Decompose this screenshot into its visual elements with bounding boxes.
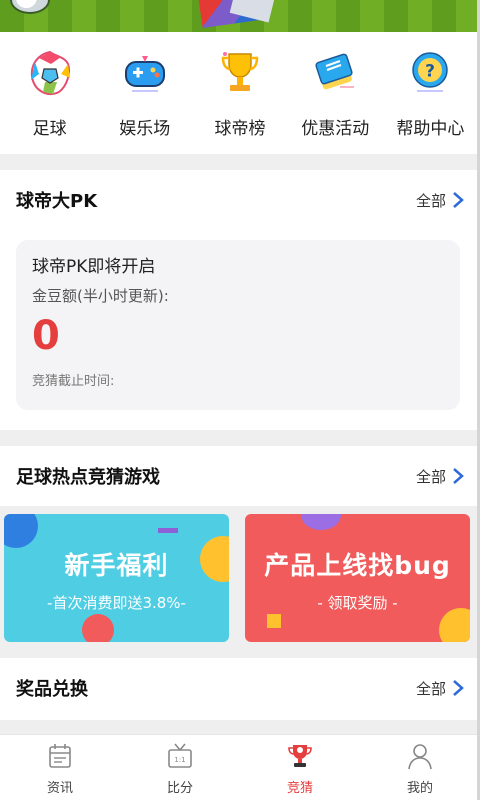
- chevron-right-icon: [453, 468, 464, 484]
- category-nav: 足球 娱乐场 球帝榜 优惠活动 ? 帮助中心: [0, 32, 480, 154]
- decor-square: [267, 614, 281, 628]
- gamepad-icon: [118, 46, 172, 100]
- trophy-cup-icon: [288, 745, 312, 767]
- hot-games-section: 足球热点竞猜游戏 全部: [0, 446, 480, 506]
- chevron-right-icon: [453, 680, 464, 696]
- user-icon: [408, 744, 432, 770]
- hot-games-header: 足球热点竞猜游戏 全部: [0, 446, 480, 506]
- pk-view-all-link[interactable]: 全部: [416, 190, 464, 211]
- nav-label-help: 帮助中心: [396, 119, 465, 139]
- decor-bar: [158, 528, 178, 533]
- promo-title: 产品上线找bug: [264, 551, 451, 580]
- nav-label-promotions: 优惠活动: [301, 119, 370, 139]
- tab-profile[interactable]: 我的: [360, 735, 480, 800]
- view-all-label: 全部: [415, 467, 446, 486]
- prize-view-all-link[interactable]: 全部: [416, 678, 464, 699]
- nav-item-promotions[interactable]: 优惠活动: [288, 32, 383, 154]
- view-all-label: 全部: [415, 191, 446, 210]
- view-all-label: 全部: [415, 679, 446, 698]
- tab-label: 竞猜: [286, 781, 313, 796]
- trophy-icon: [213, 46, 267, 100]
- nav-label-casino: 娱乐场: [119, 119, 171, 139]
- prize-section-title: 奖品兑换: [16, 679, 88, 700]
- tab-guess[interactable]: 竞猜: [240, 735, 360, 800]
- promo-card-bug-bounty[interactable]: 产品上线找bug - 领取奖励 -: [245, 514, 470, 642]
- pk-bean-amount: 0: [32, 313, 60, 359]
- hot-games-title: 足球热点竞猜游戏: [16, 467, 160, 488]
- pk-bean-label: 金豆额(半小时更新):: [32, 287, 169, 305]
- decor-circle: [301, 514, 341, 530]
- svg-text:1:1: 1:1: [174, 756, 185, 764]
- prize-section: 奖品兑换 全部: [0, 658, 480, 720]
- top-banner[interactable]: [0, 0, 480, 32]
- pk-card[interactable]: 球帝PK即将开启 金豆额(半小时更新): 0 竞猜截止时间:: [16, 240, 460, 410]
- tv-icon: 1:1: [168, 743, 192, 768]
- svg-text:?: ?: [425, 62, 435, 82]
- football-icon: [23, 46, 77, 100]
- decor-circle: [4, 514, 38, 548]
- tab-label: 资讯: [46, 781, 73, 796]
- pk-section: 球帝大PK 全部 球帝PK即将开启 金豆额(半小时更新): 0 竞猜截止时间:: [0, 170, 480, 430]
- chevron-right-icon: [453, 192, 464, 208]
- tab-label: 我的: [406, 781, 433, 796]
- prize-section-header: 奖品兑换 全部: [0, 658, 480, 718]
- nav-item-casino[interactable]: 娱乐场: [97, 32, 192, 154]
- promo-subtitle: - 领取奖励 -: [317, 594, 398, 612]
- pk-card-title: 球帝PK即将开启: [32, 257, 156, 277]
- decor-circle: [439, 608, 470, 642]
- pk-section-header: 球帝大PK 全部: [0, 170, 480, 230]
- pk-deadline-label: 竞猜截止时间:: [32, 374, 115, 389]
- tab-scores[interactable]: 1:1 比分: [120, 735, 240, 800]
- promo-subtitle: -首次消费即送3.8%-: [47, 594, 186, 612]
- nav-item-help[interactable]: ? 帮助中心: [383, 32, 478, 154]
- soccer-ball-image: [10, 0, 50, 14]
- tab-news[interactable]: 资讯: [0, 735, 120, 800]
- nav-label-football: 足球: [32, 119, 67, 139]
- calendar-icon: [49, 744, 71, 768]
- hot-games-view-all-link[interactable]: 全部: [416, 466, 464, 487]
- bottom-tab-bar: 资讯 1:1 比分 竞猜 我的: [0, 734, 480, 800]
- ticket-icon: [308, 46, 362, 100]
- nav-label-ranking: 球帝榜: [214, 119, 266, 139]
- pk-section-title: 球帝大PK: [16, 191, 98, 212]
- nav-item-football[interactable]: 足球: [2, 32, 97, 154]
- nav-item-ranking[interactable]: 球帝榜: [192, 32, 287, 154]
- decor-circle: [82, 614, 114, 642]
- tab-label: 比分: [166, 781, 193, 796]
- promo-title: 新手福利: [64, 551, 169, 580]
- promo-card-newbie[interactable]: 新手福利 -首次消费即送3.8%-: [4, 514, 229, 642]
- help-icon: ?: [403, 46, 457, 100]
